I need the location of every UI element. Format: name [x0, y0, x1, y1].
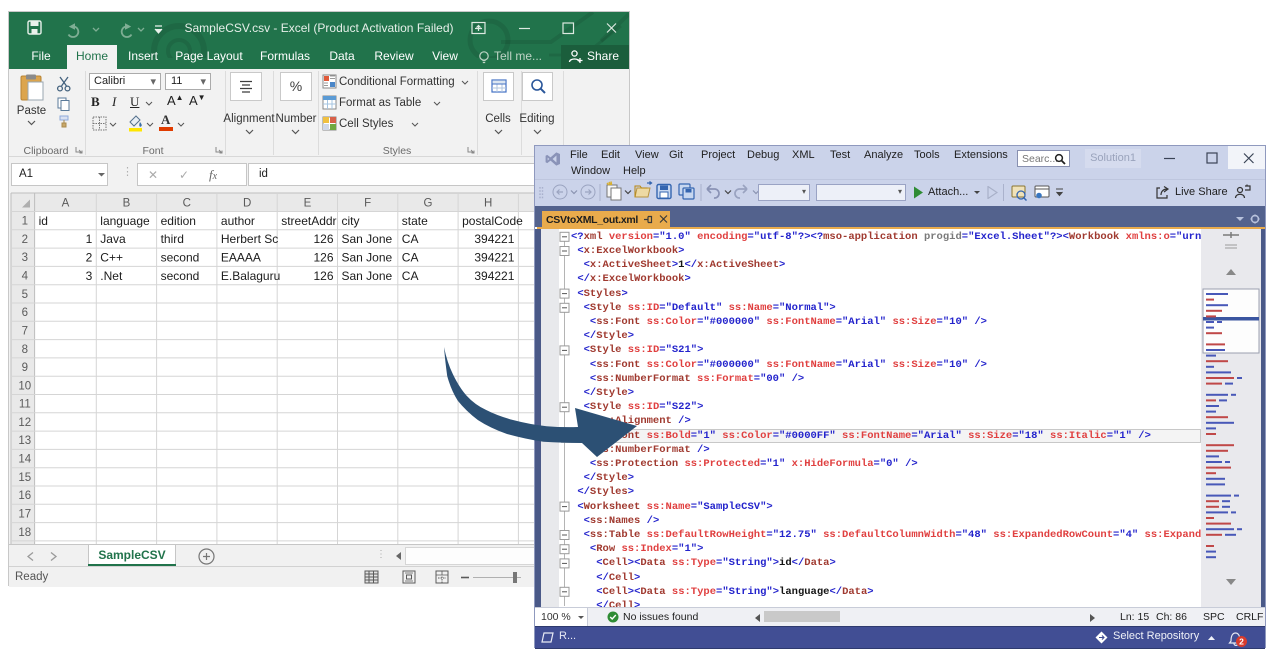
svg-text:CA: CA [402, 269, 419, 283]
svg-text:2: 2 [86, 250, 93, 264]
svg-text:id: id [39, 214, 48, 228]
svg-text:G: G [424, 198, 433, 210]
svg-text:San Jone: San Jone [342, 232, 393, 246]
svg-text:H: H [484, 198, 492, 210]
svg-text:A: A [62, 198, 70, 210]
svg-text:4: 4 [22, 271, 29, 283]
svg-text:2: 2 [1239, 637, 1244, 647]
svg-text:3: 3 [86, 269, 93, 283]
svg-text:7: 7 [22, 325, 28, 337]
svg-text:1: 1 [86, 232, 93, 246]
svg-text:16: 16 [18, 490, 31, 502]
svg-text:city: city [342, 214, 360, 228]
svg-text:language: language [100, 214, 150, 228]
svg-text:18: 18 [18, 527, 31, 539]
svg-text:2: 2 [22, 234, 28, 246]
svg-text:126: 126 [313, 250, 333, 264]
svg-text:394221: 394221 [474, 269, 514, 283]
svg-text:second: second [161, 269, 200, 283]
svg-text:CA: CA [402, 232, 419, 246]
svg-text:394221: 394221 [474, 250, 514, 264]
svg-text:E.Balaguru: E.Balaguru [221, 269, 280, 283]
svg-text:.Net: .Net [100, 269, 123, 283]
svg-text:B: B [123, 198, 131, 210]
svg-text:EAAAA: EAAAA [221, 250, 261, 264]
svg-text:394221: 394221 [474, 232, 514, 246]
svg-text:C++: C++ [100, 250, 123, 264]
svg-text:1: 1 [22, 216, 28, 228]
svg-text:3: 3 [22, 252, 28, 264]
svg-text:10: 10 [18, 380, 31, 392]
svg-text:edition: edition [161, 214, 196, 228]
svg-text:state: state [402, 214, 428, 228]
svg-text:12: 12 [18, 417, 31, 429]
svg-text:streetAddr: streetAddr [281, 214, 336, 228]
svg-text:E: E [304, 198, 312, 210]
svg-text:F: F [364, 198, 371, 210]
svg-text:second: second [161, 250, 200, 264]
svg-text:author: author [221, 214, 255, 228]
svg-text:14: 14 [18, 454, 31, 466]
svg-text:5: 5 [22, 289, 28, 301]
svg-text:third: third [161, 232, 184, 246]
svg-text:Herbert Sc: Herbert Sc [221, 232, 278, 246]
svg-text:6: 6 [22, 307, 28, 319]
svg-text:CA: CA [402, 250, 419, 264]
svg-text:17: 17 [18, 508, 31, 520]
svg-text:postalCode: postalCode [462, 214, 523, 228]
svg-text:San Jone: San Jone [342, 250, 393, 264]
svg-text:Java: Java [100, 232, 126, 246]
svg-text:13: 13 [18, 435, 31, 447]
svg-text:C: C [183, 198, 191, 210]
svg-text:9: 9 [22, 362, 28, 374]
svg-text:126: 126 [313, 269, 333, 283]
svg-text:D: D [243, 198, 251, 210]
svg-text:11: 11 [19, 399, 31, 411]
svg-text:15: 15 [18, 472, 31, 484]
svg-text:126: 126 [313, 232, 333, 246]
svg-text:8: 8 [22, 344, 28, 356]
svg-text:San Jone: San Jone [342, 269, 393, 283]
